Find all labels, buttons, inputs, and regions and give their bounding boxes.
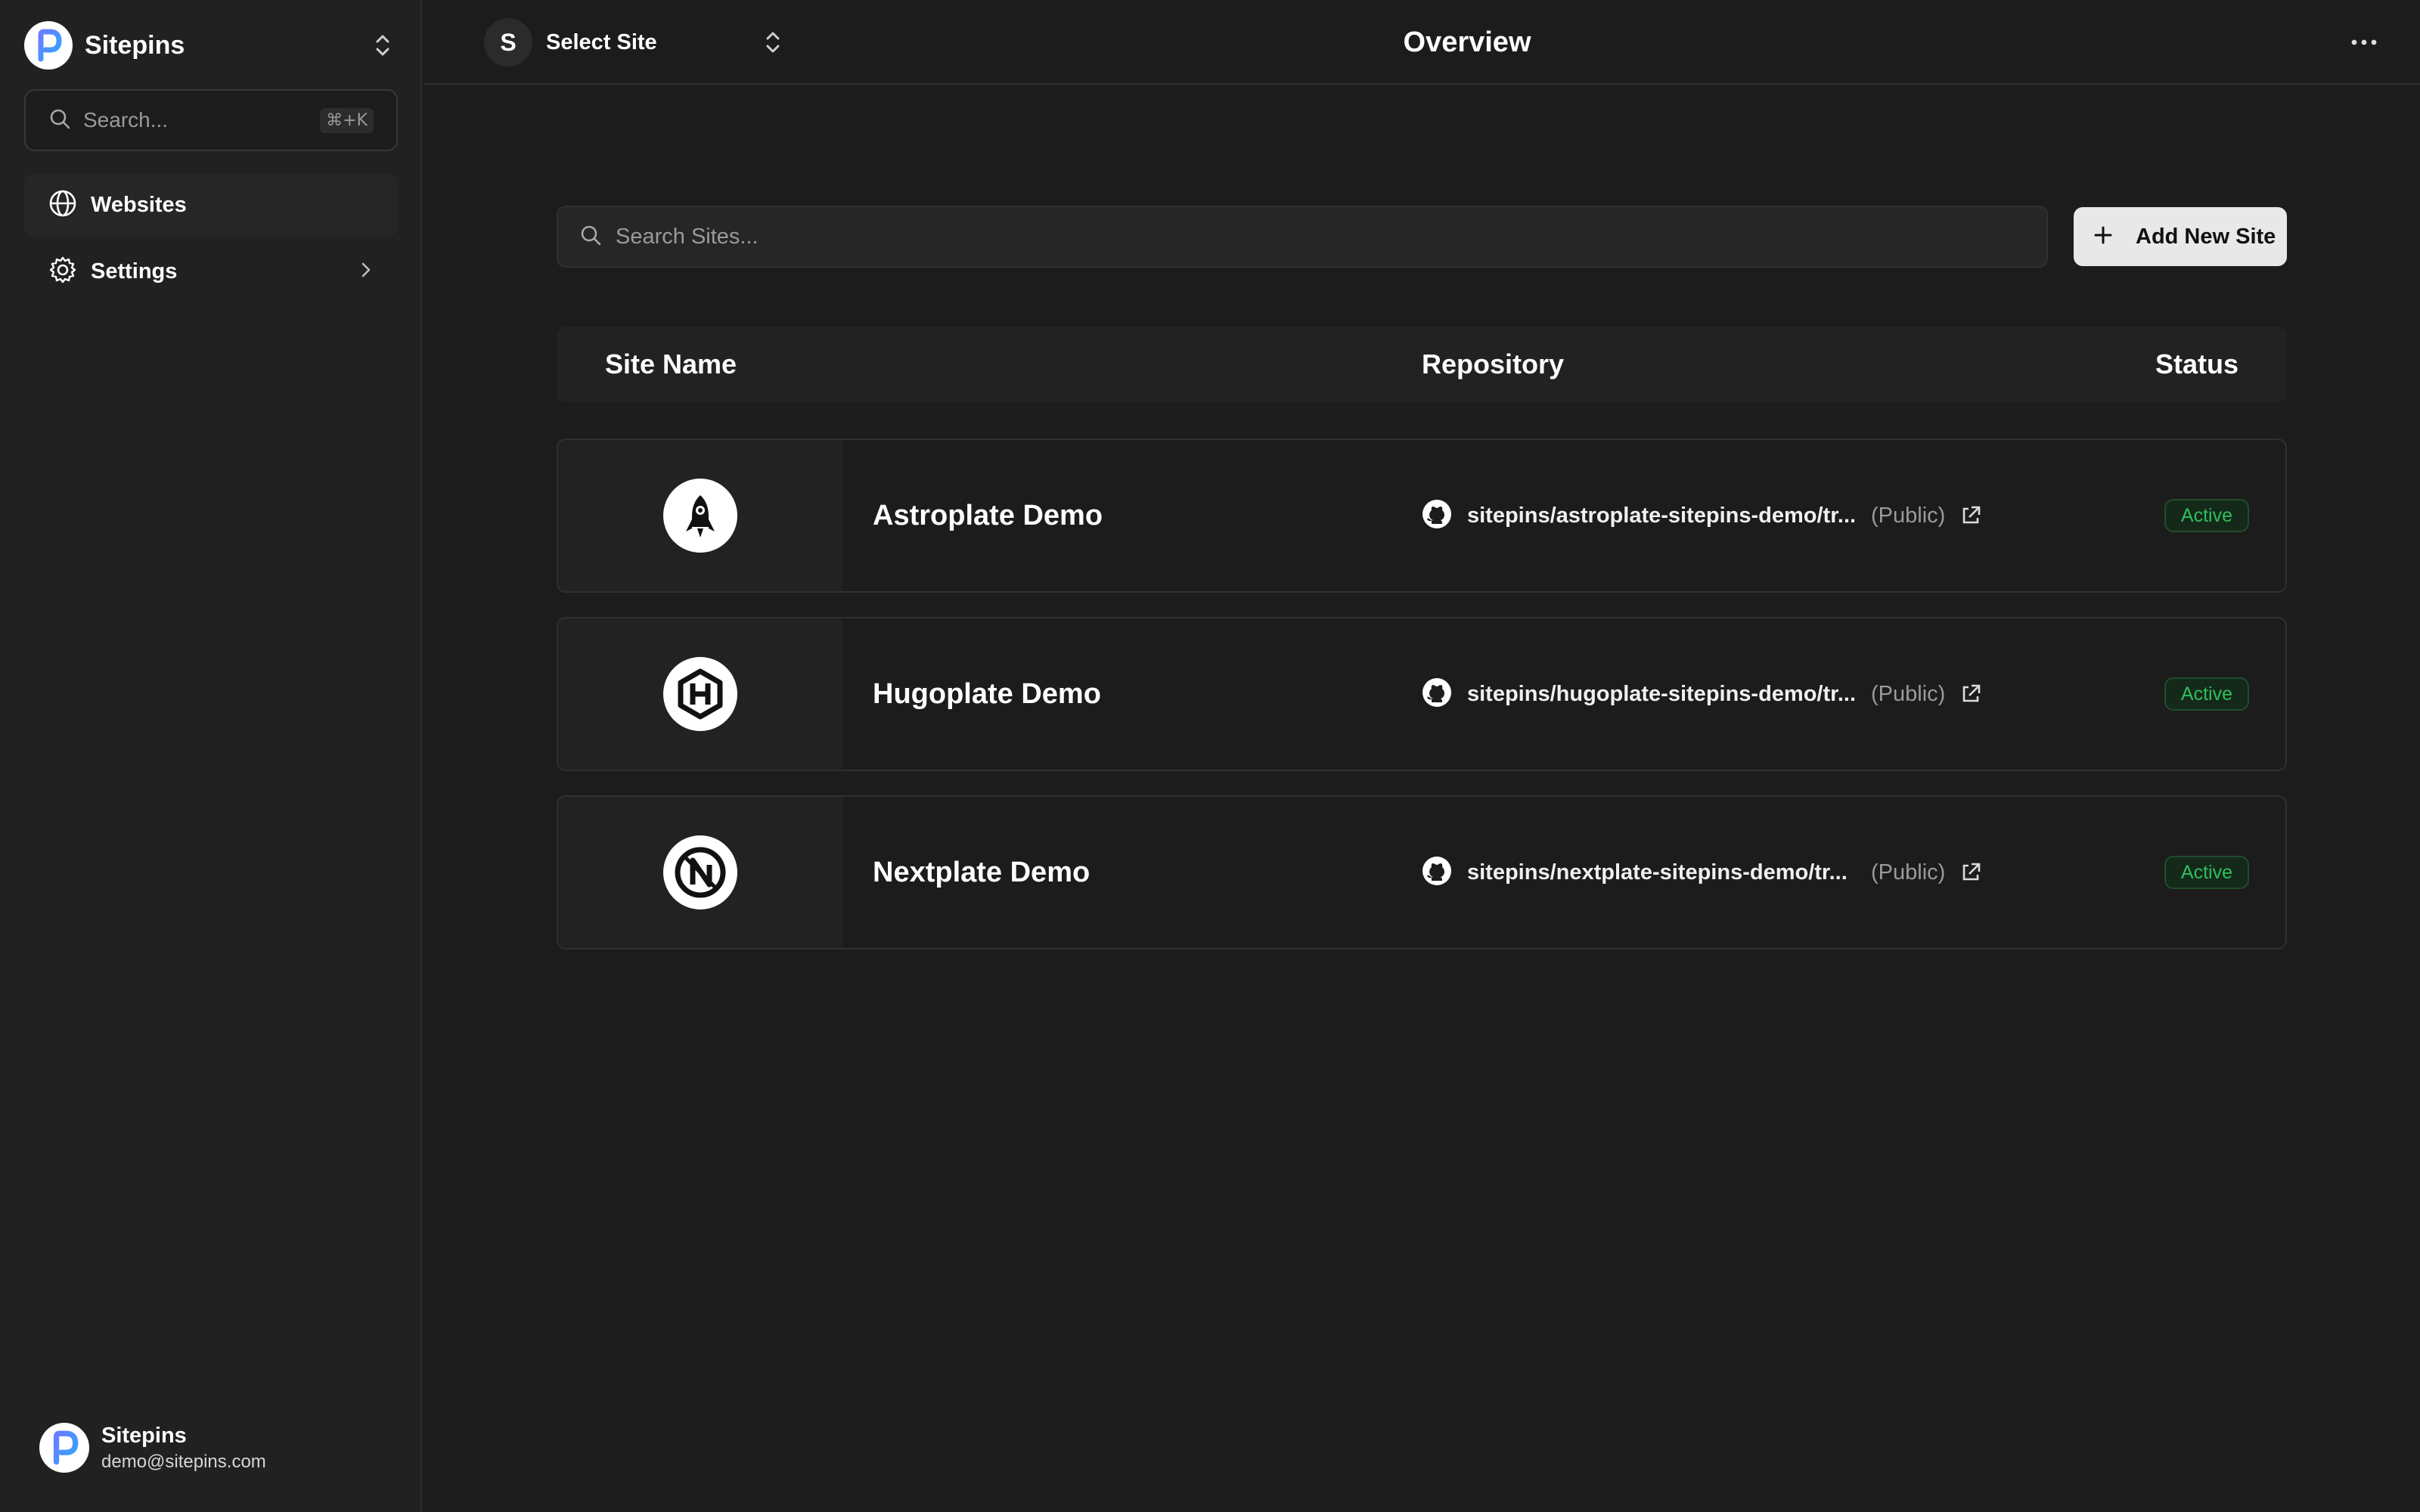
repository-path: sitepins/hugoplate-sitepins-demo/tr...: [1467, 681, 1856, 706]
status-badge: Active: [2164, 856, 2249, 889]
workspace-switcher[interactable]: Sitepins: [24, 21, 398, 70]
table-header: Site Name Repository Status: [557, 327, 2287, 402]
github-icon: [1422, 499, 1452, 533]
site-name[interactable]: Nextplate Demo: [873, 853, 1090, 892]
user-email: demo@sitepins.com: [101, 1452, 266, 1472]
column-header-status: Status: [2155, 349, 2238, 380]
user-profile[interactable]: Sitepins demo@sitepins.com: [39, 1421, 266, 1474]
sidebar-search[interactable]: Search... ⌘+K: [24, 89, 398, 151]
nextplate-n-icon: [663, 835, 737, 909]
table-row[interactable]: Nextplate Demo sitepins/nextplate-sitepi…: [557, 795, 2287, 950]
more-options-button[interactable]: [2347, 27, 2381, 57]
site-search-input[interactable]: Search Sites...: [557, 206, 2048, 268]
more-horizontal-icon: [2351, 39, 2377, 45]
brand-name: Sitepins: [85, 30, 185, 60]
repository-visibility: (Public): [1871, 681, 1946, 706]
external-link-icon[interactable]: [1959, 682, 1983, 706]
site-selector[interactable]: S Select Site: [484, 18, 788, 67]
globe-icon: [48, 189, 77, 222]
sidebar-item-websites[interactable]: Websites: [24, 174, 398, 236]
sitepins-logo-icon: [24, 21, 73, 70]
rocket-icon: [663, 479, 737, 553]
repository-link[interactable]: sitepins/hugoplate-sitepins-demo/tr... (…: [1422, 677, 1983, 711]
site-search-placeholder: Search Sites...: [616, 224, 759, 249]
github-icon: [1422, 677, 1452, 711]
search-icon: [579, 224, 602, 250]
plus-icon: [2093, 225, 2113, 249]
sidebar: Sitepins Search... ⌘+K Websites Settings…: [0, 0, 422, 1512]
top-bar: S Select Site Overview: [424, 0, 2420, 85]
repository-path: sitepins/nextplate-sitepins-demo/tr...: [1467, 860, 1848, 885]
app-window: Sitepins Search... ⌘+K Websites Settings…: [0, 0, 2420, 1512]
sidebar-item-label: Websites: [91, 192, 187, 217]
add-new-site-button[interactable]: Add New Site: [2074, 207, 2287, 266]
search-icon: [48, 107, 71, 134]
user-name: Sitepins: [101, 1424, 187, 1448]
sidebar-item-label: Settings: [91, 259, 178, 284]
chevrons-up-down-icon: [368, 30, 398, 60]
column-header-repository: Repository: [1422, 349, 1565, 380]
repository-visibility: (Public): [1871, 860, 1946, 885]
gear-icon: [48, 256, 77, 288]
site-selector-label: Select Site: [546, 29, 657, 54]
external-link-icon[interactable]: [1959, 503, 1983, 528]
column-header-site-name: Site Name: [605, 349, 737, 380]
search-shortcut-badge: ⌘+K: [320, 107, 374, 133]
avatar: [39, 1423, 89, 1473]
chevrons-up-down-icon: [758, 27, 788, 57]
site-logo-cell: [558, 618, 842, 770]
github-icon: [1422, 856, 1452, 890]
status-badge: Active: [2164, 499, 2249, 532]
add-new-site-label: Add New Site: [2136, 224, 2276, 249]
site-name[interactable]: Astroplate Demo: [873, 496, 1103, 535]
table-row[interactable]: Hugoplate Demo sitepins/hugoplate-sitepi…: [557, 617, 2287, 771]
site-name[interactable]: Hugoplate Demo: [873, 674, 1101, 714]
table-row[interactable]: Astroplate Demo sitepins/astroplate-site…: [557, 438, 2287, 593]
repository-visibility: (Public): [1871, 503, 1946, 528]
repository-path: sitepins/astroplate-sitepins-demo/tr...: [1467, 503, 1857, 528]
hugo-hexagon-icon: [663, 657, 737, 731]
repository-link[interactable]: sitepins/nextplate-sitepins-demo/tr... (…: [1422, 856, 1983, 889]
site-avatar: S: [484, 18, 532, 67]
status-badge: Active: [2164, 677, 2249, 711]
external-link-icon[interactable]: [1959, 860, 1983, 885]
site-logo-cell: [558, 797, 842, 948]
sidebar-search-placeholder: Search...: [83, 108, 169, 132]
sidebar-item-settings[interactable]: Settings: [24, 240, 398, 302]
repository-link[interactable]: sitepins/astroplate-sitepins-demo/tr... …: [1422, 499, 1983, 532]
site-logo-cell: [558, 440, 842, 591]
chevron-right-icon: [358, 259, 374, 284]
page-title: Overview: [1403, 26, 1531, 58]
